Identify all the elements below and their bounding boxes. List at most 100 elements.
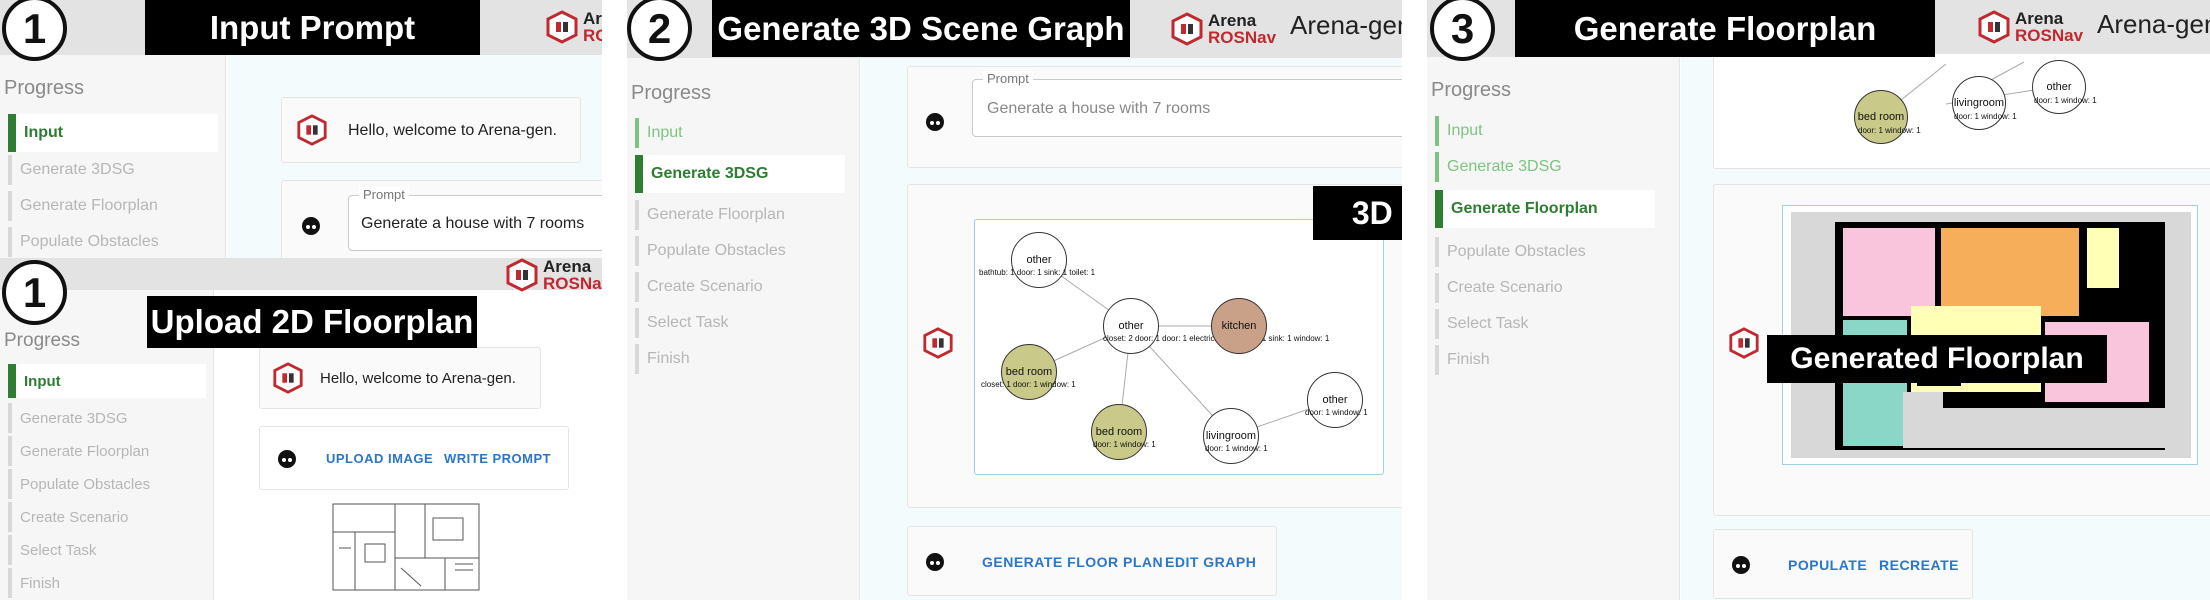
user-avatar-icon: [278, 450, 296, 468]
input-prompt-screen: 1 Input Prompt ArenaROSNav Progress Inpu…: [0, 0, 602, 258]
step-generate-3dsg[interactable]: Generate 3DSG: [8, 403, 218, 433]
progress-sidebar: Progress Input Generate 3DSG Generate Fl…: [1427, 57, 1680, 600]
graph-node-other-2[interactable]: other: [1103, 298, 1159, 354]
step-generate-floorplan[interactable]: Generate Floorplan: [8, 191, 218, 221]
scenegraph-canvas[interactable]: other bathtub: 1 door: 1 sink: 1 toilet:…: [974, 219, 1384, 475]
graph-node-attrs: door: 1 window: 1: [1093, 440, 1156, 449]
graph-node-attrs: door: 1 window: 1: [1954, 112, 2017, 121]
generate-floor-plan-button[interactable]: GENERATE FLOOR PLAN: [982, 554, 1163, 570]
graph-node-kitchen[interactable]: kitchen: [1211, 298, 1267, 354]
step-create-scenario[interactable]: Create Scenario: [8, 502, 218, 532]
arena-bot-icon: [297, 114, 327, 146]
logo-line2: ROSNav: [2015, 26, 2084, 45]
panel-generate-3dsg: 2 Generate 3D Scene Graph Arena ROSNav Ar…: [627, 0, 1402, 600]
step-input[interactable]: Input: [8, 114, 218, 152]
welcome-message: Hello, welcome to Arena-gen.: [348, 122, 557, 139]
step-input[interactable]: Input: [635, 118, 845, 148]
uploaded-floorplan-thumbnail: [332, 503, 480, 591]
write-prompt-button[interactable]: WRITE PROMPT: [444, 451, 551, 466]
step-finish[interactable]: Finish: [635, 344, 845, 374]
graph-node-livingroom[interactable]: livingroom: [1952, 76, 2006, 130]
progress-heading: Progress: [1431, 79, 1512, 101]
prompt-input[interactable]: Generate a house with 7 rooms: [361, 215, 584, 233]
step-input[interactable]: Input: [1435, 116, 1645, 146]
edit-graph-button[interactable]: EDIT GRAPH: [1165, 554, 1256, 570]
step-populate-obstacles[interactable]: Populate Obstacles: [8, 469, 218, 499]
graph-node-attrs: door: 1 window: 1: [1305, 408, 1368, 417]
step-generate-floorplan[interactable]: Generate Floorplan: [8, 436, 218, 466]
prompt-input[interactable]: Generate a house with 7 rooms: [987, 100, 1210, 118]
graph-node-other-1[interactable]: other: [1011, 232, 1067, 288]
logo-line1: Arena: [2015, 9, 2064, 28]
step-populate-obstacles[interactable]: Populate Obstacles: [1435, 237, 1645, 267]
step-input[interactable]: Input: [8, 364, 206, 398]
progress-sidebar: Progress Input Generate 3DSG Generate Fl…: [0, 55, 226, 258]
prompt-legend: Prompt: [983, 71, 1033, 86]
graph-node-other-3[interactable]: other: [1307, 372, 1363, 428]
panel-generate-floorplan: 3 Generate Floorplan Arena ROSNav Arena-g…: [1427, 0, 2210, 600]
step-generate-3dsg[interactable]: Generate 3DSG: [1435, 152, 1645, 182]
graph-node-other[interactable]: other: [2032, 60, 2086, 114]
recreate-button[interactable]: RECREATE: [1879, 557, 1959, 573]
floorplan-caption: Generated Floorplan: [1767, 335, 2107, 383]
scenegraph-card-partial: bed room door: 1 window: 1 livingroom do…: [1713, 53, 2210, 169]
panel-input-prompt: 1 Input Prompt ArenaROSNav Progress Inpu…: [0, 0, 602, 600]
step-create-scenario[interactable]: Create Scenario: [635, 272, 845, 302]
scenegraph-title: 3D SceneGraph: [1313, 186, 1402, 240]
step-finish[interactable]: Finish: [8, 568, 218, 598]
upload-image-button[interactable]: UPLOAD IMAGE: [326, 451, 433, 466]
upload-floorplan-screen: 1 Upload 2D Floorplan ArenaROSNav Progre…: [0, 258, 602, 600]
prompt-legend: Prompt: [359, 187, 409, 202]
graph-node-attrs: door: 1 window: 1: [1858, 126, 1921, 135]
step-generate-3dsg[interactable]: Generate 3DSG: [8, 155, 218, 185]
progress-heading: Progress: [631, 82, 712, 104]
arena-logo-icon: [506, 258, 538, 292]
user-avatar-icon: [1732, 556, 1750, 574]
chat-area: Prompt Generate a house with 7 rooms oth…: [861, 58, 1402, 600]
logo-line1: Arena: [1208, 11, 1257, 30]
logo-line2: ROSNav: [1208, 28, 1277, 47]
step-select-task[interactable]: Select Task: [635, 308, 845, 338]
welcome-card: Hello, welcome to Arena-gen.: [281, 97, 581, 163]
user-avatar-icon: [302, 217, 320, 235]
arena-logo-icon: [1978, 10, 2010, 44]
graph-node-attrs: bathtub: 1 door: 1 sink: 1 toilet: 1: [979, 268, 1096, 277]
populate-button[interactable]: POPULATE: [1788, 557, 1867, 573]
step-generate-3dsg[interactable]: Generate 3DSG: [635, 155, 845, 193]
arena-logo-icon: [1171, 12, 1203, 46]
logo-line2: ROSNav: [583, 26, 602, 45]
progress-heading: Progress: [4, 77, 85, 99]
panel-title: Generate 3D Scene Graph: [712, 0, 1130, 57]
step-create-scenario[interactable]: Create Scenario: [1435, 273, 1645, 303]
chat-area: bed room door: 1 window: 1 livingroom do…: [1681, 53, 2210, 600]
graph-node-livingroom[interactable]: livingroom: [1203, 408, 1259, 464]
prompt-field[interactable]: Prompt Generate a house with 7 rooms: [972, 71, 1402, 137]
panel-title: Generate Floorplan: [1515, 0, 1935, 57]
chat-area: Hello, welcome to Arena-gen. Prompt Gene…: [227, 55, 602, 258]
graph-node-attrs: door: 1 window: 1: [2034, 96, 2097, 105]
arena-logo: ArenaROSNav: [505, 258, 602, 296]
step-select-task[interactable]: Select Task: [8, 535, 218, 565]
step-generate-floorplan[interactable]: Generate Floorplan: [635, 200, 845, 230]
prompt-card: Prompt Generate a house with 7 rooms: [281, 180, 602, 258]
graph-node-bed-room[interactable]: bed room: [1854, 90, 1908, 144]
prompt-field[interactable]: Prompt Generate a house with 7 rooms: [348, 187, 602, 251]
progress-sidebar: Progress Input Generate 3DSG Generate Fl…: [627, 58, 860, 600]
step-select-task[interactable]: Select Task: [1435, 309, 1645, 339]
graph-node-attrs: door: 1 window: 1: [1205, 444, 1268, 453]
step-populate-obstacles[interactable]: Populate Obstacles: [635, 236, 845, 266]
step-number-badge: 1: [2, 260, 67, 325]
logo-line2: ROSNav: [543, 274, 602, 293]
arena-bot-icon: [1729, 327, 1759, 359]
arena-logo-icon: [546, 10, 578, 44]
arena-bot-icon: [923, 327, 953, 359]
step-finish[interactable]: Finish: [1435, 345, 1645, 375]
graph-node-bed-room-2[interactable]: bed room: [1091, 404, 1147, 460]
user-avatar-icon: [926, 113, 944, 131]
progress-heading: Progress: [4, 330, 81, 351]
arena-bot-icon: [273, 362, 303, 394]
graph-node-bed-room-1[interactable]: bed room: [1001, 344, 1057, 400]
step-populate-obstacles[interactable]: Populate Obstacles: [8, 227, 218, 257]
step-generate-floorplan[interactable]: Generate Floorplan: [1435, 190, 1655, 228]
app-title: Arena-gen: [1290, 10, 1402, 40]
